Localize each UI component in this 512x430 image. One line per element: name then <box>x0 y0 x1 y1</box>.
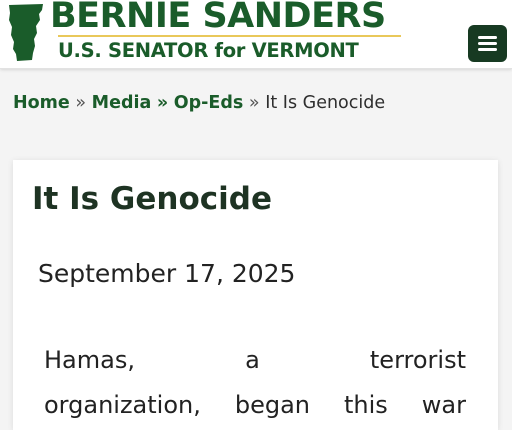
body-word: this <box>343 391 388 419</box>
brand-subtitle[interactable]: U.S. SENATOR for VERMONT <box>58 38 359 64</box>
breadcrumb-current: It Is Genocide <box>265 93 386 113</box>
breadcrumb-separator: » <box>156 93 169 113</box>
breadcrumb-separator: » <box>248 93 260 113</box>
body-word: began <box>234 391 310 419</box>
breadcrumb-link-op-eds[interactable]: Op-Eds <box>174 93 244 113</box>
article-body-line: organization, began this war <box>44 385 466 425</box>
brand-divider <box>58 35 401 37</box>
article-date: September 17, 2025 <box>38 259 296 288</box>
hamburger-menu-button[interactable] <box>468 25 507 62</box>
article-title: It Is Genocide <box>32 181 272 217</box>
body-word: a <box>245 346 260 374</box>
breadcrumb-separator: » <box>75 93 87 113</box>
brand-name[interactable]: BERNIE SANDERS <box>50 0 386 38</box>
body-word: Hamas, <box>44 346 135 374</box>
breadcrumb-link-home[interactable]: Home <box>13 93 70 113</box>
breadcrumb: Home » Media » Op-Eds » It Is Genocide <box>13 91 385 115</box>
article-card: It Is Genocide September 17, 2025 Hamas,… <box>13 160 498 430</box>
breadcrumb-link-media[interactable]: Media <box>92 93 152 113</box>
body-word: war <box>421 391 466 419</box>
article-body-line: Hamas, a terrorist <box>44 340 466 380</box>
body-word: terrorist <box>369 346 466 374</box>
site-header: BERNIE SANDERS U.S. SENATOR for VERMONT <box>0 0 512 69</box>
vermont-map-icon[interactable] <box>6 2 46 62</box>
body-word: organization, <box>44 391 201 419</box>
